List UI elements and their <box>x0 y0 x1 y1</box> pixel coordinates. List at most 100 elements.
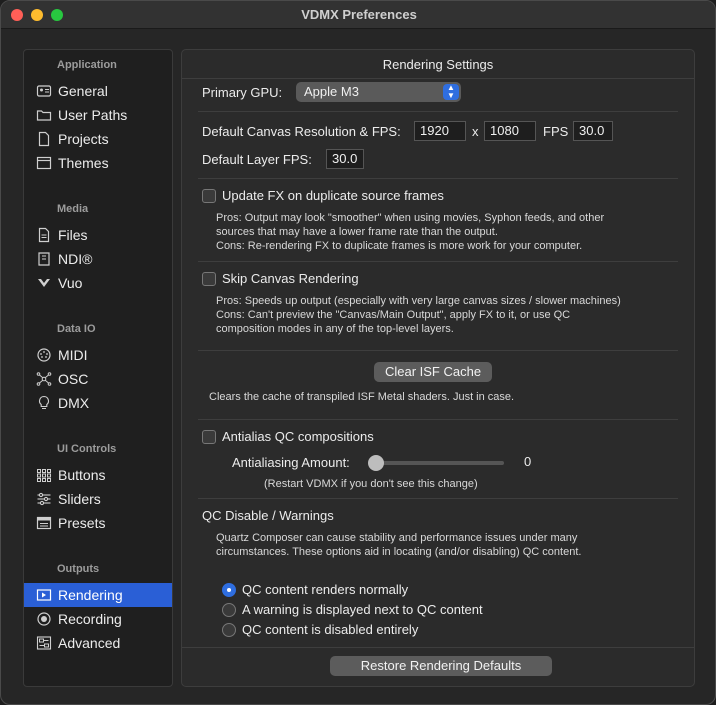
sidebar-item-themes[interactable]: Themes <box>24 151 172 175</box>
preferences-window: VDMX Preferences Application General Use… <box>0 0 716 705</box>
canvas-width-field[interactable]: 1920 <box>414 121 466 141</box>
sidebar-item-rendering[interactable]: Rendering <box>24 583 172 607</box>
folder-icon <box>36 107 52 123</box>
window-title: VDMX Preferences <box>301 7 417 22</box>
sidebar-item-advanced[interactable]: Advanced <box>24 631 172 655</box>
canvas-fps-field[interactable]: 30.0 <box>573 121 613 141</box>
update-fx-checkbox[interactable] <box>202 189 216 203</box>
update-fx-label: Update FX on duplicate source frames <box>222 188 444 203</box>
divider <box>198 178 678 179</box>
qc-desc: circumstances. These options aid in loca… <box>216 546 582 558</box>
canvas-height-field[interactable]: 1080 <box>484 121 536 141</box>
antialias-amount-label: Antialiasing Amount: <box>232 455 350 470</box>
sidebar-item-projects[interactable]: Projects <box>24 127 172 151</box>
antialias-label: Antialias QC compositions <box>222 429 374 444</box>
skip-canvas-label: Skip Canvas Rendering <box>222 271 359 286</box>
sidebar-item-label: Files <box>58 227 88 243</box>
divider <box>198 261 678 262</box>
sidebar-item-label: Advanced <box>58 635 121 651</box>
panel-title: Rendering Settings <box>382 57 494 72</box>
canvas-x-label: x <box>472 124 479 139</box>
sidebar-section-application: Application <box>57 59 117 71</box>
antialias-amount-slider[interactable] <box>374 461 504 465</box>
sidebar-item-files[interactable]: Files <box>24 223 172 247</box>
vuo-icon <box>36 275 52 291</box>
sidebar-item-label: Recording <box>58 611 122 627</box>
qc-radio-disabled[interactable] <box>222 623 236 637</box>
canvas-fps-label: FPS <box>543 124 569 139</box>
skip-canvas-desc: Pros: Speeds up output (especially with … <box>216 295 621 307</box>
sidebar-item-general[interactable]: General <box>24 79 172 103</box>
sidebar-item-label: Vuo <box>58 275 83 291</box>
divider <box>182 647 694 648</box>
network-icon <box>36 371 52 387</box>
presets-icon <box>36 515 52 531</box>
sidebar-item-vuo[interactable]: Vuo <box>24 271 172 295</box>
gpu-label: Primary GPU: <box>202 85 283 100</box>
antialias-amount-value: 0 <box>524 454 532 469</box>
chevron-updown-icon: ▲ ▼ <box>443 84 459 100</box>
qc-radio-warning[interactable] <box>222 603 236 617</box>
sidebar-item-label: Buttons <box>58 467 106 483</box>
slider-knob[interactable] <box>368 455 384 471</box>
layer-fps-field[interactable]: 30.0 <box>326 149 364 169</box>
ndi-icon <box>36 251 52 267</box>
gpu-popup[interactable]: Apple M3 ▲ ▼ <box>296 82 461 102</box>
sidebar-item-midi[interactable]: MIDI <box>24 343 172 367</box>
sidebar-item-label: NDI® <box>58 251 93 267</box>
sidebar-item-label: DMX <box>58 395 90 411</box>
rendering-icon <box>36 587 52 603</box>
divider <box>198 419 678 420</box>
sidebar-item-user-paths[interactable]: User Paths <box>24 103 172 127</box>
skip-canvas-desc: Cons: Can't preview the "Canvas/Main Out… <box>216 309 571 321</box>
update-fx-desc: sources that may have a lower frame rate… <box>216 226 498 238</box>
sidebar-item-ndi[interactable]: NDI® <box>24 247 172 271</box>
sidebar-section-outputs: Outputs <box>57 563 100 575</box>
sidebar-item-recording[interactable]: Recording <box>24 607 172 631</box>
layer-fps-label: Default Layer FPS: <box>202 152 312 167</box>
lightbulb-icon <box>36 395 52 411</box>
id-card-icon <box>36 83 52 99</box>
sidebar-item-dmx[interactable]: DMX <box>24 391 172 415</box>
antialias-checkbox[interactable] <box>202 430 216 444</box>
sidebar: Application General User Paths Projects … <box>23 49 173 687</box>
gpu-value: Apple M3 <box>304 84 359 99</box>
qc-section-title: QC Disable / Warnings <box>202 508 334 523</box>
sidebar-section-media: Media <box>57 203 89 215</box>
grid-icon <box>36 467 52 483</box>
sidebar-item-label: MIDI <box>58 347 88 363</box>
isf-desc: Clears the cache of transpiled ISF Metal… <box>209 391 515 403</box>
rendering-settings-panel: Rendering Settings Primary GPU: Apple M3… <box>181 49 695 687</box>
canvas-resolution-label: Default Canvas Resolution & FPS: <box>202 124 401 139</box>
skip-canvas-checkbox[interactable] <box>202 272 216 286</box>
restore-defaults-button[interactable]: Restore Rendering Defaults <box>330 656 552 676</box>
antialias-note: (Restart VDMX if you don't see this chan… <box>264 478 478 490</box>
qc-desc: Quartz Composer can cause stability and … <box>216 532 578 544</box>
title-bar: VDMX Preferences <box>1 1 715 29</box>
skip-canvas-desc: composition modes in any of the top-leve… <box>216 323 454 335</box>
document-icon <box>36 131 52 147</box>
sidebar-section-data-io: Data IO <box>57 323 96 335</box>
advanced-icon <box>36 635 52 651</box>
divider <box>198 350 678 351</box>
update-fx-desc: Cons: Re-rendering FX to duplicate frame… <box>216 240 583 252</box>
sidebar-item-label: Themes <box>58 155 109 171</box>
record-icon <box>36 611 52 627</box>
sidebar-section-ui-controls: UI Controls <box>57 443 117 455</box>
sidebar-item-buttons[interactable]: Buttons <box>24 463 172 487</box>
file-icon <box>36 227 52 243</box>
sidebar-item-label: Presets <box>58 515 106 531</box>
sidebar-item-label: Rendering <box>58 587 123 603</box>
midi-icon <box>36 347 52 363</box>
sidebar-item-osc[interactable]: OSC <box>24 367 172 391</box>
sidebar-item-presets[interactable]: Presets <box>24 511 172 535</box>
divider <box>182 78 694 79</box>
sidebar-item-label: User Paths <box>58 107 128 123</box>
update-fx-desc: Pros: Output may look "smoother" when us… <box>216 212 605 224</box>
sidebar-item-label: General <box>58 83 108 99</box>
qc-radio-normal[interactable] <box>222 583 236 597</box>
qc-option-label: QC content renders normally <box>242 582 409 597</box>
sidebar-item-label: Projects <box>58 131 109 147</box>
sidebar-item-sliders[interactable]: Sliders <box>24 487 172 511</box>
clear-isf-cache-button[interactable]: Clear ISF Cache <box>374 362 492 382</box>
